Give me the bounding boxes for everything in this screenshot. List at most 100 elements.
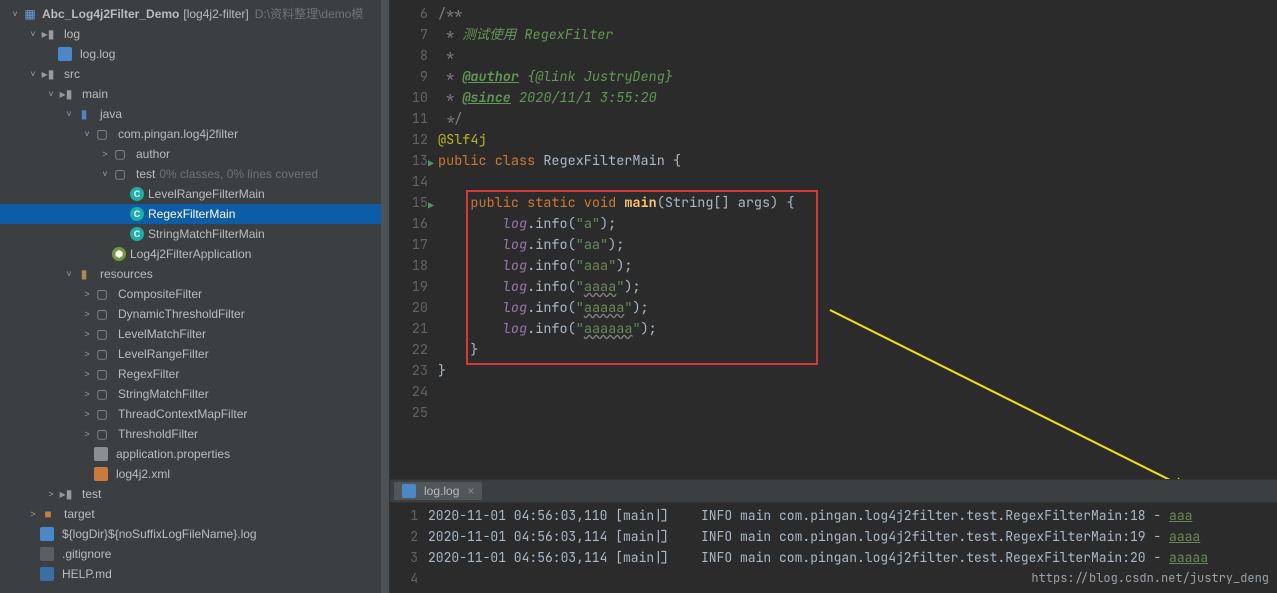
expand-arrow-icon[interactable]: ˅ xyxy=(26,64,40,84)
tree-item[interactable]: ˃▢CompositeFilter xyxy=(0,284,389,304)
code-line[interactable]: log.info("aaaaa"); xyxy=(438,298,1277,319)
code-line[interactable] xyxy=(438,403,1277,424)
code-line[interactable]: log.info("aaa"); xyxy=(438,256,1277,277)
tree-item[interactable]: CStringMatchFilterMain xyxy=(0,224,389,244)
code-line[interactable]: public class RegexFilterMain { xyxy=(438,151,1277,172)
line-number[interactable]: 19 xyxy=(390,277,428,298)
line-number[interactable]: 25 xyxy=(390,403,428,424)
tree-item[interactable]: ˅▦Abc_Log4j2Filter_Demo[log4j2-filter]D:… xyxy=(0,4,389,24)
tree-item[interactable]: CLevelRangeFilterMain xyxy=(0,184,389,204)
expand-arrow-icon[interactable]: ˅ xyxy=(62,104,76,124)
line-number[interactable]: 6 xyxy=(390,4,428,25)
code-line[interactable]: @Slf4j xyxy=(438,130,1277,151)
console-output[interactable]: 1234 2020-11-01 04:56:03,110 [main|] INF… xyxy=(390,503,1277,593)
expand-arrow-icon[interactable]: ˃ xyxy=(80,404,94,424)
tree-item[interactable]: ˃▢LevelRangeFilter xyxy=(0,344,389,364)
line-number[interactable]: 11 xyxy=(390,109,428,130)
tree-item[interactable]: log4j2.xml xyxy=(0,464,389,484)
tree-item[interactable]: application.properties xyxy=(0,444,389,464)
tree-item[interactable]: ˅▸▮src xyxy=(0,64,389,84)
expand-arrow-icon[interactable]: ˅ xyxy=(26,24,40,44)
expand-arrow-icon[interactable]: ˅ xyxy=(62,264,76,284)
console-line[interactable]: 2020-11-01 04:56:03,114 [main|] INFO mai… xyxy=(428,526,1277,547)
console-line[interactable]: 2020-11-01 04:56:03,114 [main|] INFO mai… xyxy=(428,547,1277,568)
line-number[interactable]: 15 xyxy=(390,193,428,214)
line-number[interactable]: 10 xyxy=(390,88,428,109)
line-number[interactable]: 24 xyxy=(390,382,428,403)
tree-item[interactable]: ˃▢ThreadContextMapFilter xyxy=(0,404,389,424)
editor-panel: 678910111213▶1415▶16171819202122232425 /… xyxy=(390,0,1277,593)
code-line[interactable]: /** xyxy=(438,4,1277,25)
code-line[interactable]: */ xyxy=(438,109,1277,130)
line-number[interactable]: 23 xyxy=(390,361,428,382)
tree-item[interactable]: ˃target xyxy=(0,504,389,524)
tree-item[interactable]: log.log xyxy=(0,44,389,64)
tree-item[interactable]: HELP.md xyxy=(0,564,389,584)
expand-arrow-icon[interactable]: ˃ xyxy=(80,304,94,324)
tree-item[interactable]: ˃▢ThresholdFilter xyxy=(0,424,389,444)
close-icon[interactable]: × xyxy=(467,484,474,498)
code-line[interactable]: log.info("a"); xyxy=(438,214,1277,235)
line-number[interactable]: 22 xyxy=(390,340,428,361)
code-line[interactable]: * @author {@link JustryDeng} xyxy=(438,67,1277,88)
line-number[interactable]: 13 xyxy=(390,151,428,172)
expand-arrow-icon[interactable]: ˃ xyxy=(98,144,112,164)
console-tab-loglog[interactable]: log.log × xyxy=(394,482,482,500)
code-line[interactable]: * @since 2020/11/1 3:55:20 xyxy=(438,88,1277,109)
tree-label: com.pingan.log4j2filter xyxy=(118,124,238,144)
tree-item[interactable]: ˃▢LevelMatchFilter xyxy=(0,324,389,344)
code-line[interactable]: log.info("aaaaaa"); xyxy=(438,319,1277,340)
tree-item[interactable]: .gitignore xyxy=(0,544,389,564)
run-gutter-icon[interactable]: ▶ xyxy=(428,153,434,174)
code-line[interactable] xyxy=(438,172,1277,193)
expand-arrow-icon[interactable]: ˃ xyxy=(26,504,40,524)
line-number[interactable]: 18 xyxy=(390,256,428,277)
tree-item[interactable]: ˃▢author xyxy=(0,144,389,164)
tree-item[interactable]: ${logDir}${noSuffixLogFileName}.log xyxy=(0,524,389,544)
console-line[interactable]: 2020-11-01 04:56:03,110 [main|] INFO mai… xyxy=(428,505,1277,526)
tree-item[interactable]: ˃▢RegexFilter xyxy=(0,364,389,384)
line-number[interactable]: 8 xyxy=(390,46,428,67)
tree-item[interactable]: ˃▸▮test xyxy=(0,484,389,504)
expand-arrow-icon[interactable]: ˃ xyxy=(80,324,94,344)
code-line[interactable] xyxy=(438,382,1277,403)
expand-arrow-icon[interactable]: ˃ xyxy=(80,384,94,404)
line-number[interactable]: 9 xyxy=(390,67,428,88)
tree-item[interactable]: ˅▢test0% classes, 0% lines covered xyxy=(0,164,389,184)
line-number[interactable]: 17 xyxy=(390,235,428,256)
tree-item[interactable]: ˅▸▮main xyxy=(0,84,389,104)
expand-arrow-icon[interactable]: ˅ xyxy=(8,4,22,24)
line-number[interactable]: 21 xyxy=(390,319,428,340)
code-line[interactable]: log.info("aa"); xyxy=(438,235,1277,256)
expand-arrow-icon[interactable]: ˅ xyxy=(80,124,94,144)
code-line[interactable]: * 测试使用 RegexFilter xyxy=(438,25,1277,46)
line-number[interactable]: 16 xyxy=(390,214,428,235)
code-line[interactable]: } xyxy=(438,361,1277,382)
code-line[interactable]: log.info("aaaa"); xyxy=(438,277,1277,298)
expand-arrow-icon[interactable]: ˅ xyxy=(98,164,112,184)
code-line[interactable]: } xyxy=(438,340,1277,361)
tree-item[interactable]: ˃▢DynamicThresholdFilter xyxy=(0,304,389,324)
line-number[interactable]: 14 xyxy=(390,172,428,193)
expand-arrow-icon[interactable]: ˃ xyxy=(80,284,94,304)
tree-item[interactable]: ˃▢StringMatchFilter xyxy=(0,384,389,404)
code-editor[interactable]: 678910111213▶1415▶16171819202122232425 /… xyxy=(390,0,1277,479)
tree-item[interactable]: CRegexFilterMain xyxy=(0,204,389,224)
code-line[interactable]: public static void main(String[] args) { xyxy=(438,193,1277,214)
run-gutter-icon[interactable]: ▶ xyxy=(428,195,434,216)
line-number[interactable]: 7 xyxy=(390,25,428,46)
tree-item[interactable]: ⬢Log4j2FilterApplication xyxy=(0,244,389,264)
expand-arrow-icon[interactable]: ˃ xyxy=(80,344,94,364)
line-number[interactable]: 20 xyxy=(390,298,428,319)
code-line[interactable]: * xyxy=(438,46,1277,67)
tree-item[interactable]: ˅▮java xyxy=(0,104,389,124)
tree-item[interactable]: ˅▢com.pingan.log4j2filter xyxy=(0,124,389,144)
tree-item[interactable]: ˅▸▮log xyxy=(0,24,389,44)
expand-arrow-icon[interactable]: ˃ xyxy=(80,424,94,444)
expand-arrow-icon[interactable]: ˃ xyxy=(44,484,58,504)
expand-arrow-icon[interactable]: ˃ xyxy=(80,364,94,384)
line-number[interactable]: 12 xyxy=(390,130,428,151)
tree-item[interactable]: ˅▮resources xyxy=(0,264,389,284)
sidebar-scrollbar[interactable] xyxy=(381,0,389,593)
expand-arrow-icon[interactable]: ˅ xyxy=(44,84,58,104)
